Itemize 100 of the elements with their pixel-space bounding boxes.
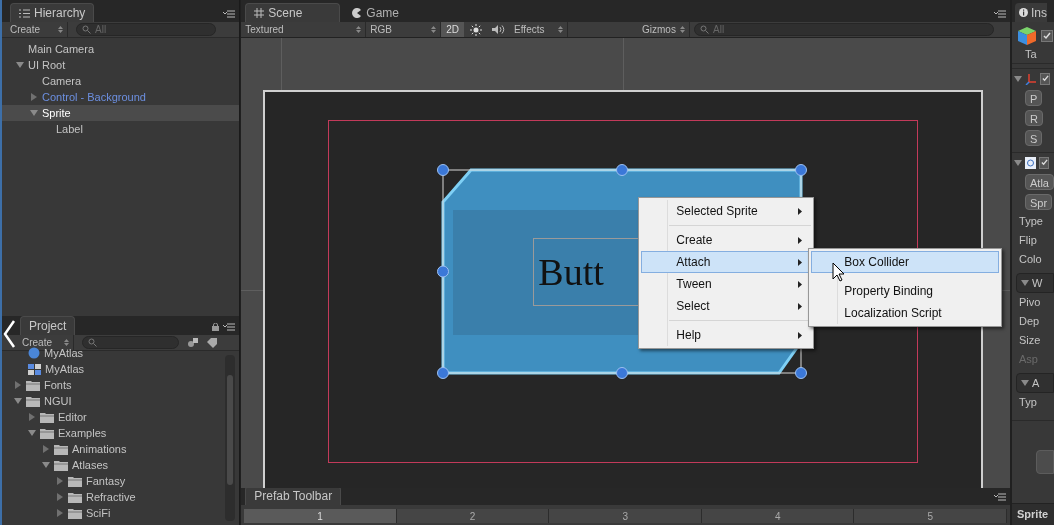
project-row[interactable]: Atlases: [2, 457, 226, 473]
expanded-arrow-icon[interactable]: [1014, 74, 1023, 83]
folder-icon: [26, 395, 40, 407]
project-row[interactable]: SciFi: [2, 505, 226, 521]
page-tab[interactable]: 4: [701, 509, 855, 523]
project-row[interactable]: Refractive: [2, 489, 226, 505]
panel-menu-icon[interactable]: [223, 10, 236, 18]
expanded-arrow-icon[interactable]: [14, 397, 22, 405]
page-tab[interactable]: 5: [854, 509, 1008, 523]
search-icon: [82, 25, 91, 34]
dropdown-icon: [431, 26, 437, 33]
page-tab[interactable]: 2: [396, 509, 550, 523]
folder-icon: [40, 427, 54, 439]
project-row[interactable]: NGUI: [2, 393, 226, 409]
inspector-button[interactable]: Atla: [1025, 174, 1054, 190]
list-icon: [19, 8, 30, 18]
menu-item[interactable]: Tween: [641, 273, 812, 295]
hierarchy-row[interactable]: UI Root: [2, 57, 240, 73]
folder-icon: [26, 379, 40, 391]
enabled-checkbox[interactable]: [1040, 72, 1051, 85]
filter-type-icon[interactable]: [187, 337, 199, 348]
enabled-checkbox[interactable]: [1039, 156, 1050, 169]
2d-toggle[interactable]: 2D: [441, 22, 465, 37]
menu-item[interactable]: Selected Sprite: [641, 200, 812, 222]
hierarchy-row[interactable]: Main Camera: [2, 41, 240, 57]
submenu-arrow-icon: [798, 302, 803, 310]
panel-menu-icon[interactable]: [994, 493, 1007, 501]
folder-icon: [68, 491, 82, 503]
submenu-arrow-icon: [798, 236, 803, 244]
back-chevron-icon[interactable]: [3, 319, 16, 349]
resize-handle[interactable]: [795, 164, 808, 176]
hierarchy-tab[interactable]: Hierarchy: [10, 3, 95, 22]
tag-icon[interactable]: [207, 337, 218, 348]
resize-handle[interactable]: [437, 367, 450, 379]
hierarchy-label: Camera: [42, 73, 82, 89]
project-label: NGUI: [44, 393, 72, 409]
lock-icon[interactable]: [212, 323, 220, 331]
project-row[interactable]: Fantasy: [2, 473, 226, 489]
inspector-button[interactable]: Spr: [1025, 194, 1053, 210]
speaker-icon[interactable]: [492, 24, 507, 35]
inspector-button[interactable]: S: [1025, 130, 1043, 146]
pacman-icon: [352, 7, 363, 18]
page-tab[interactable]: 1: [244, 509, 397, 523]
resize-handle[interactable]: [795, 367, 808, 379]
atlas-icon: [28, 363, 41, 375]
project-row[interactable]: Animations: [2, 441, 226, 457]
panel-menu-icon[interactable]: [994, 10, 1007, 18]
panel-menu-icon[interactable]: [223, 323, 236, 331]
hierarchy-row[interactable]: Label: [2, 121, 240, 137]
dropdown-icon: [58, 26, 63, 33]
menu-item[interactable]: Localization Script: [811, 302, 1000, 324]
project-tab[interactable]: Project: [20, 316, 76, 335]
property-label: Colo: [1019, 252, 1042, 268]
hierarchy-row[interactable]: Control - Background: [2, 89, 240, 105]
sun-icon[interactable]: [470, 23, 483, 36]
cube-icon: [1017, 26, 1038, 46]
expanded-arrow-icon[interactable]: [42, 461, 50, 469]
project-label: Examples: [58, 425, 107, 441]
grid-icon: [254, 8, 265, 18]
expanded-arrow-icon[interactable]: [1021, 279, 1030, 287]
section-header[interactable]: A: [1016, 373, 1054, 393]
submenu-arrow-icon: [798, 331, 803, 339]
resize-handle[interactable]: [616, 164, 629, 176]
page-tab[interactable]: 3: [549, 509, 702, 523]
menu-item[interactable]: Select: [641, 295, 812, 317]
expanded-arrow-icon[interactable]: [30, 109, 38, 117]
project-label: Animations: [72, 441, 127, 457]
scrollbar[interactable]: [225, 355, 236, 521]
hierarchy-row[interactable]: Camera: [2, 73, 240, 89]
search-icon: [700, 25, 710, 34]
project-row[interactable]: MyAtlas: [2, 361, 226, 377]
view-tab[interactable]: Scene: [245, 3, 341, 22]
inspector-button[interactable]: R: [1025, 110, 1043, 126]
inspector-button[interactable]: P: [1025, 90, 1043, 106]
inspector-tab[interactable]: Ins: [1015, 3, 1048, 22]
project-search-field[interactable]: [82, 336, 179, 349]
view-tab[interactable]: Game: [344, 3, 440, 22]
section-header[interactable]: W: [1016, 273, 1054, 293]
resize-handle[interactable]: [437, 265, 450, 278]
submenu-arrow-icon: [798, 280, 803, 288]
active-checkbox[interactable]: [1041, 30, 1054, 42]
resize-handle[interactable]: [437, 164, 450, 176]
project-row[interactable]: Examples: [2, 425, 226, 441]
property-label: Dep: [1019, 314, 1040, 330]
expanded-arrow-icon[interactable]: [1014, 158, 1023, 167]
menu-item[interactable]: Property Binding: [811, 280, 1000, 302]
project-row[interactable]: Editor: [2, 409, 226, 425]
expanded-arrow-icon[interactable]: [16, 61, 24, 69]
hierarchy-row[interactable]: Sprite: [2, 105, 240, 121]
menu-item[interactable]: Help: [641, 324, 812, 346]
resize-handle[interactable]: [616, 367, 629, 379]
project-row[interactable]: Fonts: [2, 377, 226, 393]
folder-icon: [54, 443, 68, 455]
folder-icon: [40, 411, 54, 423]
submenu-arrow-icon: [798, 258, 803, 266]
preview-title: Sprite: [1017, 507, 1049, 523]
expanded-arrow-icon[interactable]: [28, 429, 36, 437]
menu-item[interactable]: Box Collider: [811, 251, 1000, 273]
menu-item[interactable]: Create: [641, 229, 812, 251]
expanded-arrow-icon[interactable]: [1021, 379, 1030, 387]
